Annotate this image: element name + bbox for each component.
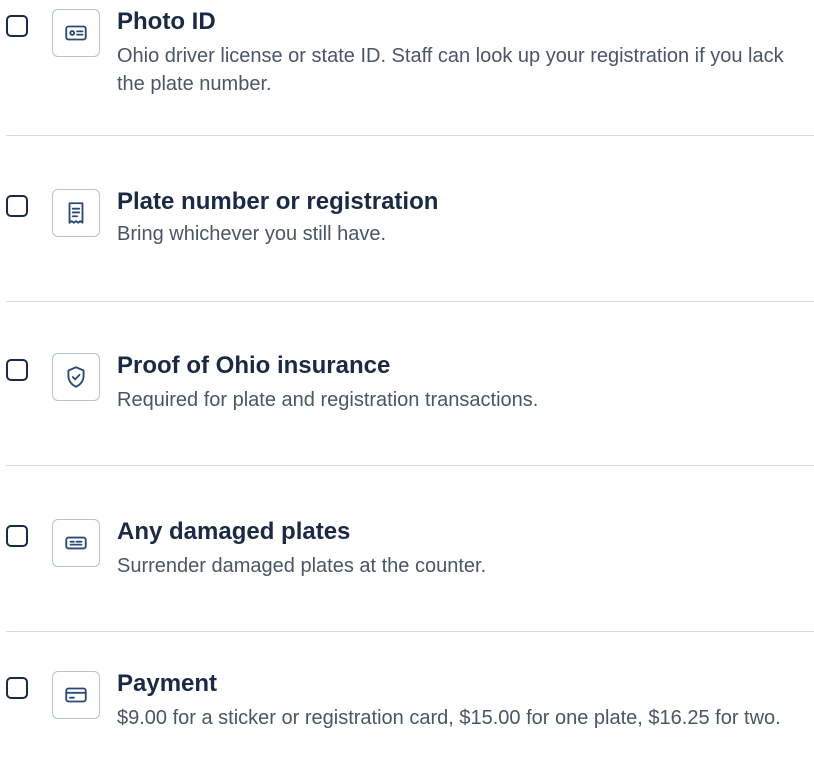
icon-tile <box>52 9 100 57</box>
receipt-icon <box>63 200 89 226</box>
item-description: $9.00 for a sticker or registration card… <box>117 707 781 729</box>
id-card-icon <box>63 20 89 46</box>
item-title: Any damaged plates <box>117 518 351 545</box>
icon-tile <box>52 189 100 237</box>
item-description: Bring whichever you still have. <box>117 223 387 245</box>
item-title: Plate number or registration <box>117 188 439 215</box>
icon-tile <box>52 353 100 401</box>
divider <box>6 301 814 302</box>
icon-tile <box>52 519 100 567</box>
item-description: Ohio driver license or state ID. Staff c… <box>117 45 784 95</box>
checkbox[interactable] <box>6 15 28 37</box>
item-description: Required for plate and registration tran… <box>117 389 539 411</box>
credit-card-icon <box>63 682 89 708</box>
checkbox[interactable] <box>6 525 28 547</box>
license-plate-icon <box>63 530 89 556</box>
divider <box>6 465 814 466</box>
shield-check-icon <box>63 364 89 390</box>
checkbox[interactable] <box>6 195 28 217</box>
item-title: Payment <box>117 670 218 697</box>
divider <box>6 631 814 632</box>
item-title: Proof of Ohio insurance <box>117 352 391 379</box>
item-title: Photo ID <box>117 8 216 35</box>
checkbox[interactable] <box>6 677 28 699</box>
divider <box>6 135 814 136</box>
icon-tile <box>52 671 100 719</box>
checkbox[interactable] <box>6 359 28 381</box>
item-description: Surrender damaged plates at the counter. <box>117 555 487 577</box>
